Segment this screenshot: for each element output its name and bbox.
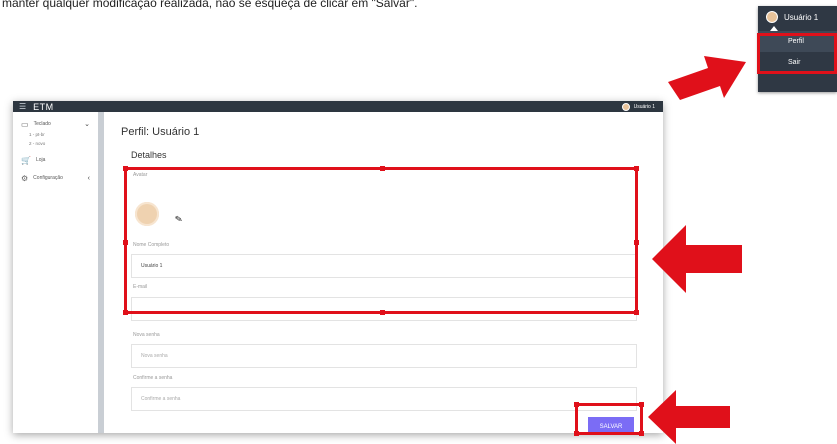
user-name: Usuário 1 (633, 103, 655, 110)
sidebar-item-loja[interactable]: 🛒 Loja (13, 154, 98, 166)
highlight-box-perfil (757, 33, 837, 74)
new-password-field[interactable]: Nova senha (131, 344, 637, 368)
sidebar-item-configuracao[interactable]: ⚙ Configuração ‹ (13, 172, 98, 184)
top-bar: ☰ ETM Usuário 1 (13, 101, 663, 112)
sidebar-subitem[interactable]: 2 - novo (13, 139, 98, 148)
highlight-box-save (574, 402, 644, 436)
sidebar-item-teclado[interactable]: ▭ Teclado ⌄ (13, 118, 98, 130)
red-arrow-icon (648, 390, 730, 444)
new-password-label: Nova senha (133, 332, 160, 338)
confirm-password-label: Confirme a senha (133, 375, 173, 381)
user-menu-inset: Usuário 1 Perfil Sair (757, 6, 837, 92)
red-arrow-icon (652, 225, 742, 293)
red-arrow-icon (668, 56, 746, 100)
confirm-password-field[interactable]: Confirme a senha (131, 387, 637, 411)
sidebar-subitem[interactable]: 1 - pt-br (13, 130, 98, 139)
avatar-icon (621, 102, 630, 111)
avatar-icon (766, 11, 778, 23)
page-title: Perfil: Usuário 1 (121, 126, 200, 138)
sidebar-item-label: Teclado (33, 121, 51, 127)
chevron-left-icon: ‹ (87, 174, 90, 182)
section-title: Detalhes (131, 150, 167, 160)
instruction-text: manter qualquer modificação realizada, n… (2, 0, 418, 10)
brand-logo: ETM (33, 101, 54, 112)
user-menu-button[interactable]: Usuário 1 (621, 102, 655, 111)
cart-icon: 🛒 (21, 155, 31, 165)
sidebar: ▭ Teclado ⌄ 1 - pt-br 2 - novo 🛒 Loja ⚙ … (13, 112, 104, 433)
keyboard-icon: ▭ (21, 119, 29, 129)
user-menu-header[interactable]: Usuário 1 (758, 6, 837, 28)
highlight-box-details (123, 166, 639, 315)
user-name: Usuário 1 (784, 12, 819, 22)
gear-icon: ⚙ (21, 173, 29, 183)
sidebar-item-label: Configuração (33, 175, 63, 181)
sidebar-item-label: Loja (35, 157, 46, 163)
chevron-down-icon: ⌄ (84, 121, 90, 128)
hamburger-icon[interactable]: ☰ (19, 102, 26, 111)
